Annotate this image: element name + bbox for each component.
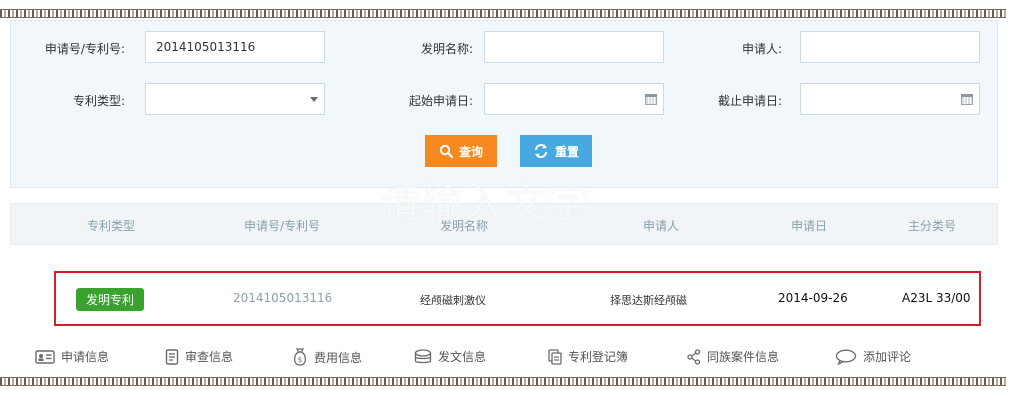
row-app-date: 2014-09-26 xyxy=(778,291,848,305)
row-applicant: 择思达斯经颅磁 xyxy=(610,294,687,307)
calendar-icon[interactable] xyxy=(645,94,657,105)
action-dispatch-info[interactable]: 发文信息 xyxy=(414,348,486,365)
register-book-icon xyxy=(548,348,562,365)
header-app-date: 申请日 xyxy=(791,219,828,233)
search-icon xyxy=(439,144,453,158)
search-panel: 申请号/专利号: 发明名称: 申请人: 专利类型: 起始申请日: 截止申请日: xyxy=(10,20,998,188)
action-application-info[interactable]: 申请信息 xyxy=(35,348,109,365)
applicant-input[interactable] xyxy=(800,31,980,63)
start-date-picker[interactable] xyxy=(484,83,664,115)
action-label: 申请信息 xyxy=(61,350,110,364)
action-examination-info[interactable]: 审查信息 xyxy=(165,348,233,365)
app-no-input[interactable] xyxy=(145,31,325,63)
action-label: 同族案件信息 xyxy=(707,350,780,364)
invention-name-label: 发明名称: xyxy=(420,42,473,56)
action-add-comment[interactable]: 添加评论 xyxy=(835,348,911,365)
row-actions-bar: 申请信息 审查信息 $ 费用信息 发文信息 专利登记簿 同族案件信息 添加评论 xyxy=(30,348,990,368)
chevron-down-icon xyxy=(310,97,318,102)
header-patent-type: 专利类型 xyxy=(87,219,136,233)
results-table-header: 专利类型 申请号/专利号 发明名称 申请人 申请日 主分类号 xyxy=(10,203,998,245)
header-app-no: 申请号/专利号 xyxy=(244,219,321,233)
comment-icon xyxy=(835,349,857,365)
patent-type-badge: 发明专利 xyxy=(76,288,144,311)
id-card-icon xyxy=(35,349,55,364)
action-label: 专利登记簿 xyxy=(568,350,629,364)
header-applicant: 申请人 xyxy=(643,219,680,233)
decorative-bottom-border xyxy=(0,377,1006,386)
patent-type-label: 专利类型: xyxy=(72,94,125,108)
coin-stack-icon xyxy=(414,348,432,363)
row-main-class: A23L 33/00 xyxy=(902,291,971,305)
app-no-label: 申请号/专利号: xyxy=(44,42,125,56)
action-patent-register[interactable]: 专利登记簿 xyxy=(548,348,628,365)
action-label: 费用信息 xyxy=(314,350,363,365)
action-label: 发文信息 xyxy=(438,350,487,364)
search-button-label: 查询 xyxy=(458,144,483,159)
reset-button-label: 重置 xyxy=(554,144,579,159)
action-family-cases[interactable]: 同族案件信息 xyxy=(687,348,779,365)
svg-text:$: $ xyxy=(298,356,302,364)
calendar-icon[interactable] xyxy=(961,94,973,105)
row-app-no[interactable]: 2014105013116 xyxy=(233,291,332,305)
table-row[interactable]: 发明专利 2014105013116 经颅磁刺激仪 择思达斯经颅磁 2014-0… xyxy=(54,271,981,326)
patent-type-select[interactable] xyxy=(145,83,325,115)
start-date-label: 起始申请日: xyxy=(408,94,473,108)
share-icon xyxy=(687,348,701,365)
end-date-picker[interactable] xyxy=(800,83,980,115)
reset-button[interactable]: 重置 xyxy=(520,135,592,167)
row-invention-name: 经颅磁刺激仪 xyxy=(420,294,486,307)
action-label: 添加评论 xyxy=(863,350,912,364)
applicant-label: 申请人: xyxy=(741,42,782,56)
action-label: 审查信息 xyxy=(185,350,234,364)
header-main-class: 主分类号 xyxy=(908,219,957,233)
action-fee-info[interactable]: $ 费用信息 xyxy=(292,348,362,366)
end-date-label: 截止申请日: xyxy=(717,94,782,108)
invention-name-input[interactable] xyxy=(484,31,664,63)
refresh-icon xyxy=(534,144,547,158)
header-invention-name: 发明名称 xyxy=(440,219,489,233)
money-bag-icon: $ xyxy=(293,348,307,366)
document-icon xyxy=(165,348,179,365)
search-button[interactable]: 查询 xyxy=(425,135,497,167)
decorative-top-border xyxy=(0,9,1006,18)
